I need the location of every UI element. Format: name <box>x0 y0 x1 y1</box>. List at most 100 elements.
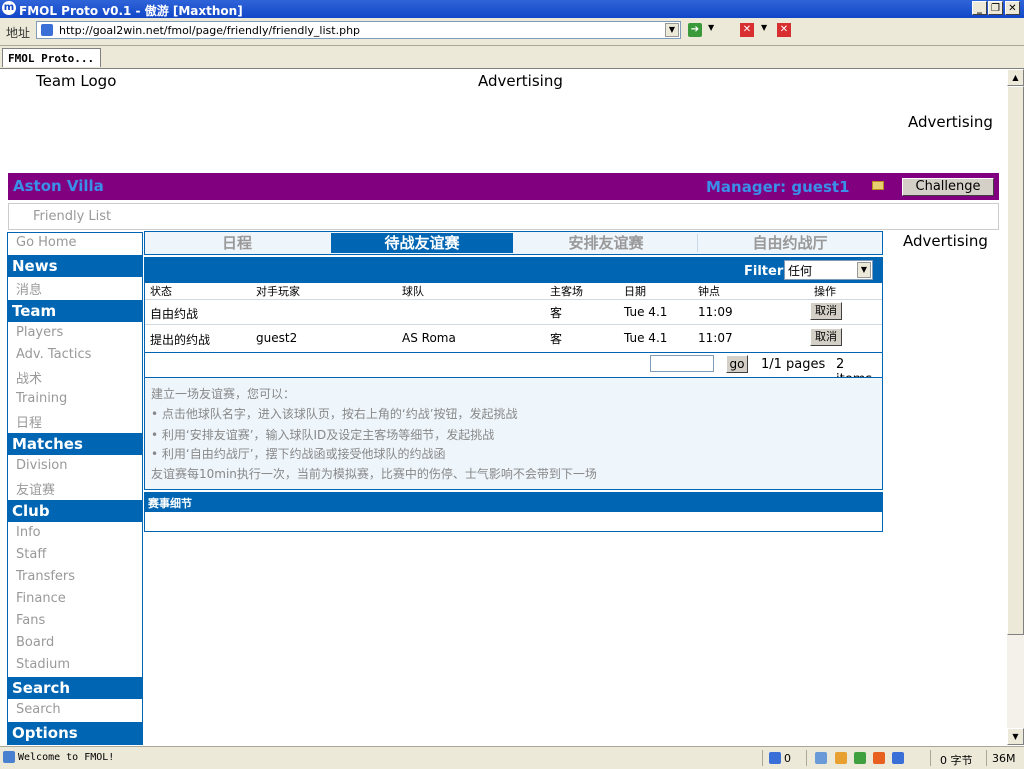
team-name-link[interactable]: Aston Villa <box>13 177 104 195</box>
memory-label: 36M <box>992 752 1016 765</box>
sidebar-item-fans[interactable]: Fans <box>16 613 45 628</box>
sidebar-item-go-home[interactable]: Go Home <box>16 235 77 250</box>
sidebar-item-training[interactable]: Training <box>16 391 67 406</box>
row-divider <box>145 299 882 300</box>
address-url: http://goal2win.net/fmol/page/friendly/f… <box>59 24 361 37</box>
browser-tab-bar: FMOL Proto... <box>0 46 1024 69</box>
tab-arrange-friendly[interactable]: 安排友谊赛 <box>516 233 696 253</box>
sidebar-section-search[interactable]: Search <box>8 677 142 699</box>
help-info-box: 建立一场友谊赛，您可以： • 点击他球队名字，进入该球队页，按右上角的‘约战’按… <box>144 377 883 490</box>
tab-pending-friendlies[interactable]: 待战友谊赛 <box>331 233 513 253</box>
sidebar-nav: Go Home News 消息 Team Players Adv. Tactic… <box>7 232 143 745</box>
close-window-button[interactable]: ✕ <box>1005 1 1020 15</box>
sidebar-item-messages[interactable]: 消息 <box>16 279 42 298</box>
match-detail-body <box>144 512 883 532</box>
window-title: FMOL Proto v0.1 - 傲游 [Maxthon] <box>19 4 243 18</box>
status-bar: Welcome to FMOL! 0 0 字节 36M <box>0 746 1024 769</box>
chevron-down-icon[interactable]: ▼ <box>857 262 871 278</box>
filter-value: 任何 <box>788 264 813 278</box>
advertising-top: Advertising <box>478 72 563 90</box>
column-header-opponent: 对手玩家 <box>256 285 300 298</box>
address-input[interactable]: http://goal2win.net/fmol/page/friendly/f… <box>36 21 681 39</box>
restore-button[interactable]: ❐ <box>988 1 1003 15</box>
friendly-list-table: 状态 对手玩家 球队 主客场 日期 钟点 操作 自由约战 客 Tue 4.1 1… <box>144 283 883 353</box>
breadcrumb: Friendly List <box>8 203 999 230</box>
stop-dropdown-icon[interactable]: ▼ <box>761 23 767 32</box>
sidebar-item-info[interactable]: Info <box>16 525 41 540</box>
sidebar-item-division[interactable]: Division <box>16 458 68 473</box>
go-dropdown-icon[interactable]: ▼ <box>708 23 714 32</box>
sidebar-item-transfers[interactable]: Transfers <box>16 569 75 584</box>
filter-select[interactable]: 任何 ▼ <box>784 260 873 280</box>
tab-schedule[interactable]: 日程 <box>147 233 327 253</box>
column-header-action: 操作 <box>814 285 836 298</box>
status-text: Welcome to FMOL! <box>18 752 115 763</box>
row1-date: Tue 4.1 <box>624 305 668 319</box>
filter-label: Filter <box>744 264 784 279</box>
advertising-right: Advertising <box>903 232 988 250</box>
sidebar-item-tactics[interactable]: 战术 <box>16 368 42 387</box>
sync-icon[interactable] <box>815 752 827 764</box>
scroll-up-icon[interactable]: ▲ <box>1007 69 1024 86</box>
page-count: 1/1 pages <box>761 357 826 372</box>
trash-icon[interactable] <box>769 752 781 764</box>
proxy-icon[interactable] <box>892 752 904 764</box>
sidebar-item-stadium[interactable]: Stadium <box>16 657 70 672</box>
sidebar-item-finance[interactable]: Finance <box>16 591 66 606</box>
row2-date: Tue 4.1 <box>624 331 668 345</box>
sidebar-section-news[interactable]: News <box>8 255 142 277</box>
row2-status: 提出的约战 <box>150 333 211 347</box>
filter-bar: Filter 任何 ▼ <box>144 257 883 283</box>
sidebar-item-staff[interactable]: Staff <box>16 547 46 562</box>
page-go-button[interactable]: go <box>726 355 748 373</box>
sidebar-item-friendlies[interactable]: 友谊赛 <box>16 479 55 498</box>
maxthon-app-icon: m <box>2 1 16 15</box>
close-tab-icon[interactable]: ✕ <box>777 23 791 37</box>
scroll-thumb[interactable] <box>1007 86 1024 635</box>
bytes-label: 0 字节 <box>940 754 973 767</box>
row1-cancel-button[interactable]: 取消 <box>810 302 842 320</box>
scroll-down-icon[interactable]: ▼ <box>1007 728 1024 745</box>
manager-label: Manager: guest1 <box>706 178 850 196</box>
sidebar-section-club[interactable]: Club <box>8 500 142 522</box>
sidebar-section-matches[interactable]: Matches <box>8 433 142 455</box>
info-line: • 利用‘安排友谊赛’，输入球队ID及设定主客场等细节，发起挑战 <box>151 428 495 442</box>
stop-icon[interactable]: ✕ <box>740 23 754 37</box>
pager: go 1/1 pages 2 items <box>144 353 883 387</box>
popup-block-icon[interactable] <box>835 752 847 764</box>
match-detail-title: 赛事细节 <box>148 497 192 510</box>
sidebar-item-board[interactable]: Board <box>16 635 54 650</box>
column-header-time: 钟点 <box>698 285 720 298</box>
minimize-button[interactable]: _ <box>972 1 987 15</box>
row1-time: 11:09 <box>698 305 733 319</box>
row2-cancel-button[interactable]: 取消 <box>810 328 842 346</box>
window-titlebar: m FMOL Proto v0.1 - 傲游 [Maxthon] _ ❐ ✕ <box>0 0 1024 18</box>
tab-separator <box>697 234 698 252</box>
address-dropdown-icon[interactable]: ▼ <box>665 23 679 37</box>
sidebar-section-options[interactable]: Options <box>8 722 142 744</box>
download-icon[interactable] <box>854 752 866 764</box>
trash-count: 0 <box>784 752 791 765</box>
sidebar-section-team[interactable]: Team <box>8 300 142 322</box>
mail-icon[interactable] <box>872 181 884 190</box>
status-separator <box>930 750 931 766</box>
match-detail-header: 赛事细节 <box>144 492 883 512</box>
vertical-scrollbar[interactable]: ▲ ▼ <box>1007 69 1024 745</box>
tab-free-challenge-hall[interactable]: 自由约战厅 <box>700 233 880 253</box>
advertising-right-top: Advertising <box>908 113 993 131</box>
row1-status: 自由约战 <box>150 307 199 321</box>
row2-opponent[interactable]: guest2 <box>256 331 297 345</box>
row2-team[interactable]: AS Roma <box>402 331 456 345</box>
go-arrow-icon[interactable]: ➔ <box>688 23 702 37</box>
sidebar-item-search[interactable]: Search <box>16 702 61 717</box>
sidebar-item-adv-tactics[interactable]: Adv. Tactics <box>16 347 91 362</box>
page-number-input[interactable] <box>650 355 714 372</box>
row1-venue: 客 <box>550 306 563 320</box>
browser-tab[interactable]: FMOL Proto... <box>2 48 101 67</box>
sidebar-item-schedule[interactable]: 日程 <box>16 412 42 431</box>
status-separator <box>986 750 987 766</box>
challenge-button[interactable]: Challenge <box>902 178 994 196</box>
sidebar-item-players[interactable]: Players <box>16 325 63 340</box>
row2-venue: 客 <box>550 332 563 346</box>
flash-icon[interactable] <box>873 752 885 764</box>
